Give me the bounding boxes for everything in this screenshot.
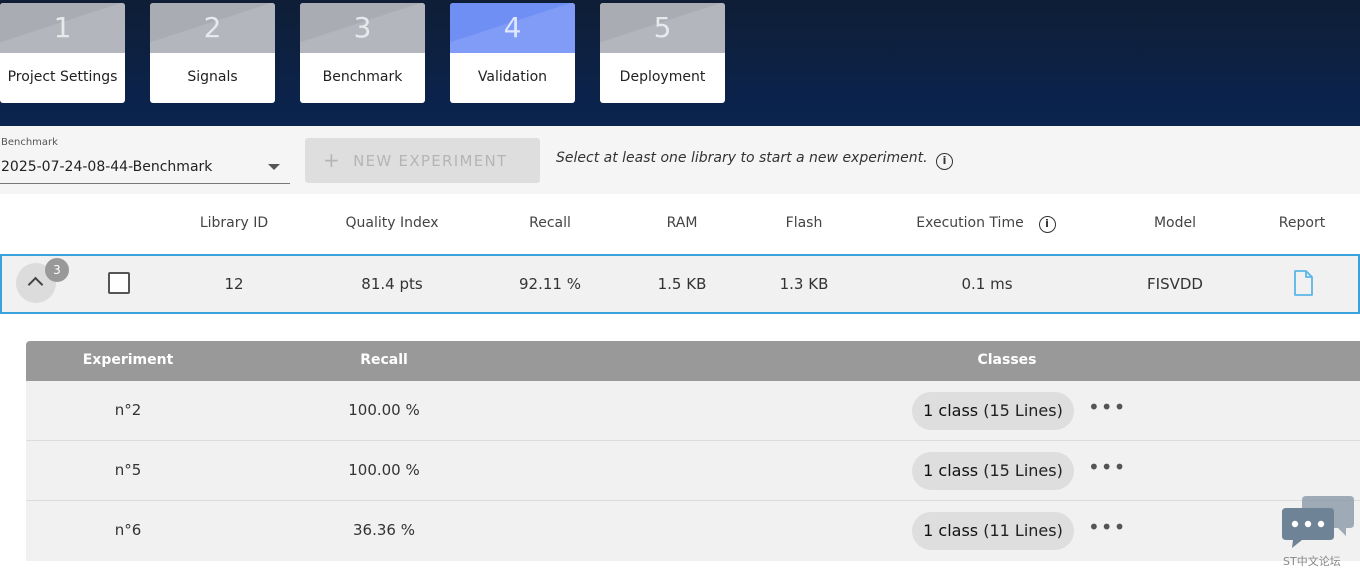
table-row[interactable]: 3 12 81.4 pts 92.11 % 1.5 KB 1.3 KB 0.1 … [0,254,1360,314]
more-options-icon[interactable]: ••• [1088,455,1126,479]
header-library-id[interactable]: Library ID [184,215,284,231]
cell-flash: 1.3 KB [779,275,829,293]
header-ram[interactable]: RAM [632,215,732,231]
step-signals[interactable]: 2 Signals [150,3,275,103]
benchmark-value: 2025-07-24-08-44-Benchmark [1,159,213,175]
header-flash[interactable]: Flash [754,215,854,231]
header-classes: Classes [977,352,1037,368]
step-number: 1 [53,11,72,44]
execution-time-info-icon[interactable]: i [1037,213,1057,233]
cell-experiment: n°2 [114,401,142,419]
benchmark-select[interactable]: 2025-07-24-08-44-Benchmark [0,154,290,184]
table-header: Library ID Quality Index Recall RAM Flas… [0,194,1360,254]
more-options-icon[interactable]: ••• [1088,515,1126,539]
experiment-row: n°2 100.00 % 1 class (15 Lines) ••• [26,381,1360,441]
experiments-panel: Experiment Recall Classes n°2 100.00 % 1… [0,314,1360,577]
step-number: 5 [653,11,672,44]
cell-sub-recall: 100.00 % [348,401,420,419]
header-execution-time[interactable]: Execution Time [900,215,1040,231]
classes-chip[interactable]: 1 class (15 Lines) [912,452,1074,490]
step-validation[interactable]: 4 Validation [450,3,575,103]
step-label: Deployment [619,69,706,85]
step-project-settings[interactable]: 1 Project Settings [0,3,125,103]
step-benchmark[interactable]: 3 Benchmark [300,3,425,103]
new-experiment-button[interactable]: + NEW EXPERIMENT [305,138,540,183]
header-quality-index[interactable]: Quality Index [322,215,462,231]
cell-model: FISVDD [1147,275,1203,293]
info-icon[interactable]: i [936,153,954,170]
more-options-icon[interactable]: ••• [1088,395,1126,419]
new-experiment-label: NEW EXPERIMENT [353,152,508,170]
cell-ram: 1.5 KB [657,275,707,293]
step-label: Project Settings [7,69,118,85]
classes-chip[interactable]: 1 class (11 Lines) [912,512,1074,550]
benchmark-label: Benchmark [1,137,58,148]
experiment-count-badge: 3 [45,258,69,282]
row-checkbox[interactable] [108,272,130,294]
cell-quality-index: 81.4 pts [361,275,423,293]
step-number: 2 [203,11,222,44]
header-report: Report [1278,215,1326,231]
cell-recall: 92.11 % [519,275,581,293]
cell-experiment: n°6 [114,521,142,539]
cell-execution-time: 0.1 ms [961,275,1013,293]
experiment-row: n°6 36.36 % 1 class (11 Lines) ••• [26,501,1360,561]
chat-caption: ST中文论坛 [1283,555,1341,568]
step-number: 4 [503,11,522,44]
plus-icon: + [323,148,342,172]
stepper-header: 1 Project Settings 2 Signals 3 Benchmark… [0,0,1360,126]
step-label: Benchmark [322,69,403,85]
cell-experiment: n°5 [114,461,142,479]
step-label: Validation [477,69,548,85]
experiments-header: Experiment Recall Classes [26,341,1360,381]
report-file-icon[interactable] [1293,270,1313,296]
step-label: Signals [187,69,238,85]
cell-sub-recall: 100.00 % [348,461,420,479]
step-number: 3 [353,11,372,44]
chat-icon[interactable] [1280,494,1356,550]
header-model[interactable]: Model [1125,215,1225,231]
caret-down-icon [268,164,280,170]
header-experiment: Experiment [82,352,174,368]
toolbar: Benchmark 2025-07-24-08-44-Benchmark + NE… [0,126,1360,194]
header-recall[interactable]: Recall [500,215,600,231]
step-deployment[interactable]: 5 Deployment [600,3,725,103]
cell-library-id: 12 [224,275,244,293]
hint-text: Select at least one library to start a n… [556,150,954,170]
experiment-row: n°5 100.00 % 1 class (15 Lines) ••• [26,441,1360,501]
classes-chip[interactable]: 1 class (15 Lines) [912,392,1074,430]
header-sub-recall: Recall [360,352,408,368]
cell-sub-recall: 36.36 % [353,521,415,539]
